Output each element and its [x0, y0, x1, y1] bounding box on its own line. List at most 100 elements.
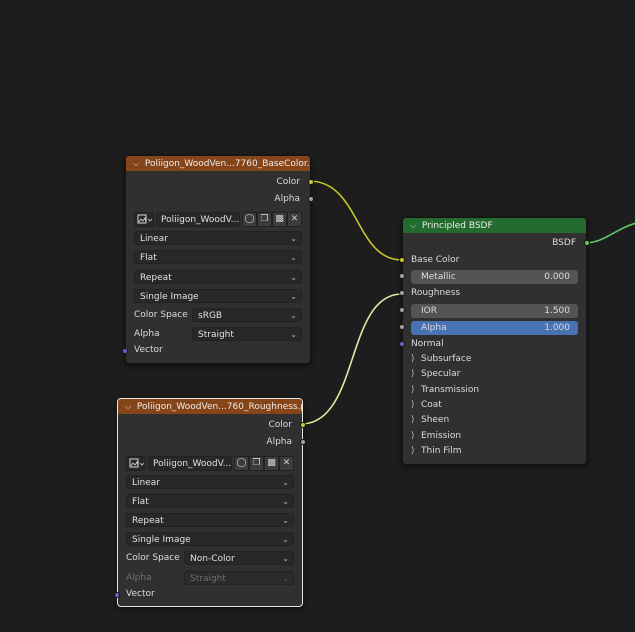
color-space-dropdown[interactable]: Non-Color ⌄	[184, 551, 294, 565]
chevron-down-icon: ⌄	[290, 311, 297, 320]
chevron-right-icon: ⟩	[411, 369, 415, 379]
interpolation-dropdown[interactable]: Linear ⌄	[134, 231, 302, 245]
chevron-down-icon[interactable]: ⌵	[407, 218, 419, 233]
input-metallic-socket[interactable]	[399, 273, 405, 279]
unlink-button[interactable]: ✕	[287, 212, 302, 227]
projection-dropdown[interactable]: Flat ⌄	[134, 250, 302, 264]
chevron-down-icon: ⌄	[290, 292, 297, 301]
chevron-down-icon: ⌄	[282, 478, 289, 487]
chevron-right-icon: ⟩	[411, 400, 415, 410]
color-space-dropdown[interactable]: sRGB ⌄	[192, 308, 302, 322]
alpha-mode-label: Alpha	[126, 573, 152, 583]
unlink-button[interactable]: ✕	[279, 456, 294, 471]
chevron-right-icon: ⟩	[411, 415, 415, 425]
source-dropdown[interactable]: Single Image ⌄	[134, 289, 302, 303]
alpha-mode-label: Alpha	[134, 329, 160, 339]
chevron-down-icon: ⌄	[290, 253, 297, 262]
node-header[interactable]: ⌵ Poliigon_WoodVen...760_Roughness.png	[118, 399, 302, 414]
image-browse-button[interactable]	[134, 212, 154, 227]
input-vector-label: Vector	[134, 345, 163, 355]
panel-subsurface[interactable]: ⟩ Subsurface	[411, 352, 471, 367]
node-header[interactable]: ⌵ Principled BSDF	[403, 218, 586, 233]
close-icon: ✕	[290, 214, 299, 224]
output-color-socket[interactable]	[300, 422, 306, 428]
fake-user-button[interactable]: ◯	[242, 212, 257, 227]
panel-transmission[interactable]: ⟩ Transmission	[411, 383, 479, 398]
chevron-down-icon: ⌄	[282, 554, 289, 563]
input-roughness-socket[interactable]	[399, 290, 405, 296]
input-vector-label: Vector	[126, 589, 155, 599]
output-color-label: Color	[276, 177, 301, 187]
open-image-button[interactable]: ▩	[264, 456, 279, 471]
image-name-field[interactable]: Poliigon_WoodV...	[156, 212, 240, 227]
input-base-color-socket[interactable]	[399, 257, 405, 263]
close-icon: ✕	[282, 458, 291, 468]
folder-icon: ▩	[267, 458, 276, 468]
node-title: Poliigon_WoodVen...7760_BaseColor.png	[144, 159, 310, 169]
alpha-field[interactable]: Alpha 1.000	[411, 321, 578, 335]
chevron-down-icon: ⌄	[282, 574, 289, 583]
image-icon	[129, 458, 145, 468]
output-alpha-label: Alpha	[274, 194, 300, 204]
panel-thin-film[interactable]: ⟩ Thin Film	[411, 444, 462, 459]
input-vector-socket[interactable]	[114, 592, 120, 598]
shield-icon: ◯	[236, 458, 247, 468]
chevron-down-icon: ⌄	[290, 273, 297, 282]
duplicate-icon: ❐	[260, 214, 269, 224]
panel-sheen[interactable]: ⟩ Sheen	[411, 413, 449, 428]
extension-dropdown[interactable]: Repeat ⌄	[126, 513, 294, 527]
color-space-label: Color Space	[134, 310, 188, 320]
node-title: Principled BSDF	[421, 221, 493, 231]
output-alpha-socket[interactable]	[308, 196, 314, 202]
image-texture-node-basecolor[interactable]: ⌵ Poliigon_WoodVen...7760_BaseColor.png …	[122, 155, 314, 364]
chevron-down-icon: ⌄	[290, 234, 297, 243]
output-alpha-socket[interactable]	[300, 439, 306, 445]
duplicate-button[interactable]: ❐	[257, 212, 272, 227]
image-texture-node-roughness[interactable]: ⌵ Poliigon_WoodVen...760_Roughness.png C…	[114, 398, 306, 607]
output-color-socket[interactable]	[308, 179, 314, 185]
output-bsdf-socket[interactable]	[584, 240, 590, 246]
chevron-right-icon: ⟩	[411, 385, 415, 395]
projection-dropdown[interactable]: Flat ⌄	[126, 494, 294, 508]
chevron-right-icon: ⟩	[411, 446, 415, 456]
panel-emission[interactable]: ⟩ Emission	[411, 429, 461, 444]
chevron-down-icon: ⌄	[282, 516, 289, 525]
alpha-mode-dropdown: Straight ⌄	[184, 571, 294, 585]
input-ior-socket[interactable]	[399, 307, 405, 313]
input-alpha-socket[interactable]	[399, 324, 405, 330]
extension-dropdown[interactable]: Repeat ⌄	[134, 270, 302, 284]
panel-coat[interactable]: ⟩ Coat	[411, 398, 442, 413]
output-color-label: Color	[268, 420, 293, 430]
source-dropdown[interactable]: Single Image ⌄	[126, 532, 294, 546]
metallic-field[interactable]: Metallic 0.000	[411, 270, 578, 284]
output-alpha-label: Alpha	[266, 437, 292, 447]
link-bsdf-output[interactable]	[584, 222, 635, 244]
interpolation-dropdown[interactable]: Linear ⌄	[126, 475, 294, 489]
input-vector-socket[interactable]	[122, 348, 128, 354]
color-space-label: Color Space	[126, 553, 180, 563]
link-basecolor[interactable]	[308, 180, 403, 261]
input-normal-socket[interactable]	[399, 341, 405, 347]
principled-bsdf-node[interactable]: ⌵ Principled BSDF BSDF Base Color Metall…	[399, 217, 590, 465]
panel-specular[interactable]: ⟩ Specular	[411, 367, 460, 382]
ior-field[interactable]: IOR 1.500	[411, 304, 578, 318]
duplicate-icon: ❐	[252, 458, 261, 468]
shield-icon: ◯	[244, 214, 255, 224]
duplicate-button[interactable]: ❐	[249, 456, 264, 471]
image-browse-button[interactable]	[126, 456, 146, 471]
open-image-button[interactable]: ▩	[272, 212, 287, 227]
chevron-down-icon[interactable]: ⌵	[122, 399, 134, 414]
input-base-color-label: Base Color	[411, 255, 460, 265]
link-roughness[interactable]	[300, 293, 403, 425]
chevron-down-icon: ⌄	[290, 330, 297, 339]
image-name-field[interactable]: Poliigon_WoodV...	[148, 456, 232, 471]
chevron-right-icon: ⟩	[411, 354, 415, 364]
node-title: Poliigon_WoodVen...760_Roughness.png	[136, 402, 302, 412]
alpha-mode-dropdown[interactable]: Straight ⌄	[192, 327, 302, 341]
image-icon	[137, 214, 153, 224]
fake-user-button[interactable]: ◯	[234, 456, 249, 471]
folder-icon: ▩	[275, 214, 284, 224]
node-header[interactable]: ⌵ Poliigon_WoodVen...7760_BaseColor.png	[126, 156, 310, 171]
chevron-down-icon[interactable]: ⌵	[130, 156, 142, 171]
input-roughness-label: Roughness	[411, 288, 461, 298]
